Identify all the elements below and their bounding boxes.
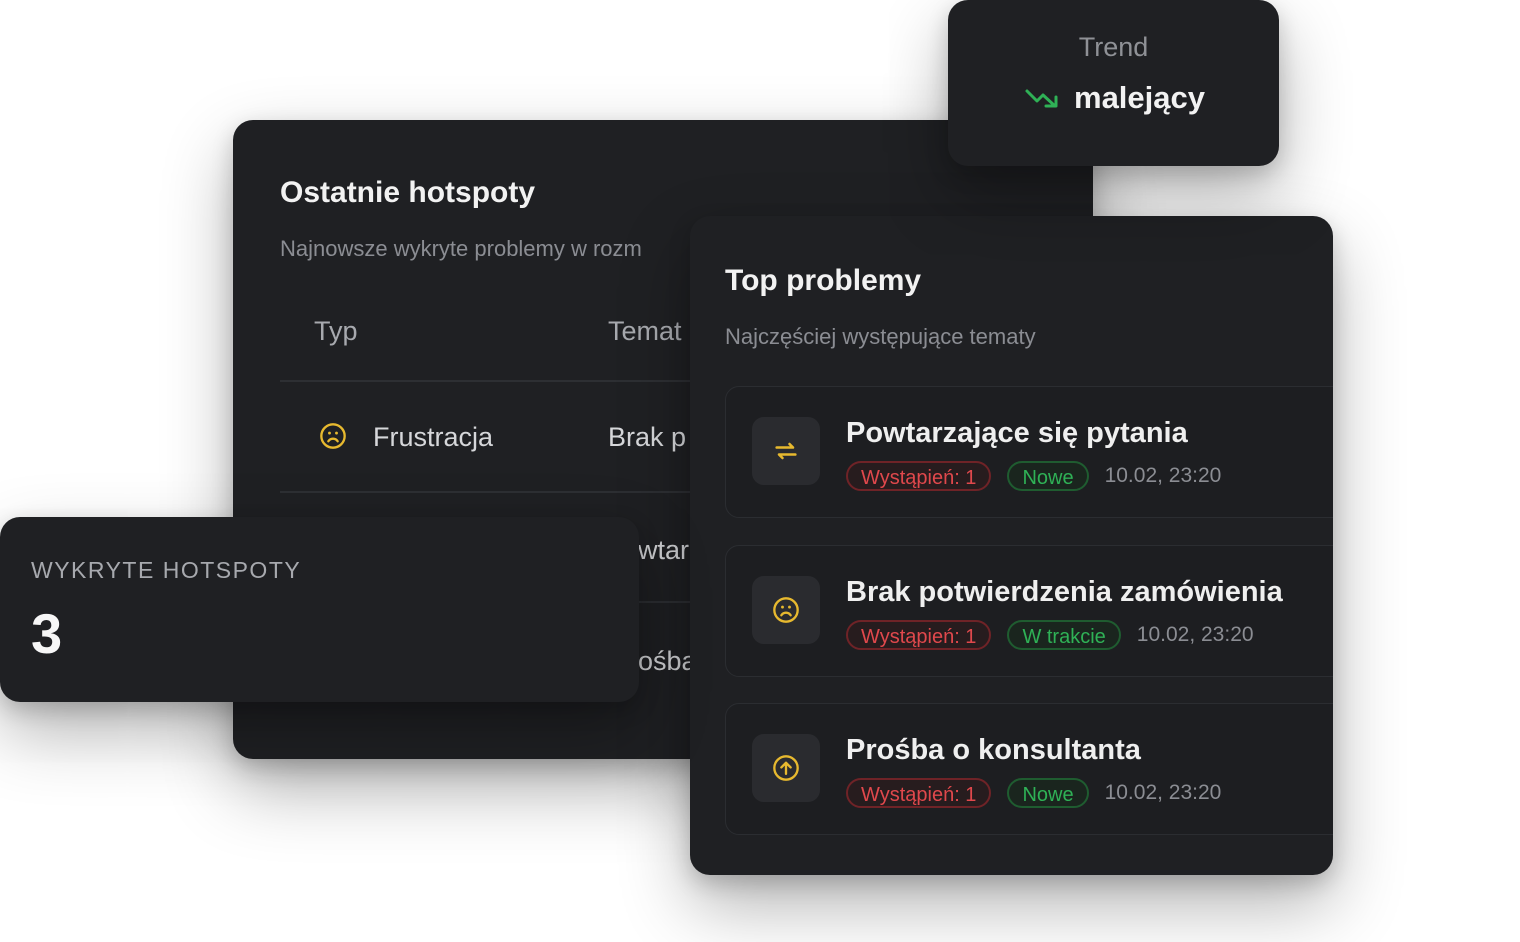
detected-hotspots-count: 3 [31, 602, 63, 665]
recent-hotspots-title: Ostatnie hotspoty [280, 176, 536, 209]
problem-item[interactable]: Prośba o konsultanta Wystąpień: 1 Nowe 1… [725, 703, 1333, 835]
top-problems-subtitle: Najczęściej występujące tematy [725, 324, 1036, 349]
problem-date: 10.02, 23:20 [1104, 781, 1222, 804]
top-problems-title: Top problemy [725, 264, 922, 297]
problem-title: Brak potwierdzenia zamówienia [846, 576, 1283, 608]
problem-icon-box [752, 734, 820, 802]
arrow-up-circle-icon [773, 755, 799, 781]
problem-title: Prośba o konsultanta [846, 734, 1141, 766]
frown-icon [773, 597, 799, 623]
trend-value: malejący [1074, 80, 1205, 115]
problem-item[interactable]: Powtarzające się pytania Wystąpień: 1 No… [725, 386, 1333, 518]
column-header-type[interactable]: Typ [314, 316, 358, 347]
occurrences-badge: Wystąpień: 1 [846, 461, 992, 491]
occurrences-badge: Wystąpień: 1 [846, 778, 992, 808]
recent-hotspots-subtitle: Najnowsze wykryte problemy w rozm [280, 236, 642, 261]
occurrences-badge: Wystąpień: 1 [846, 620, 992, 650]
table-cell-type: Frustracja [373, 422, 494, 452]
problem-icon-box [752, 576, 820, 644]
top-problems-card: Top problemy Najczęściej występujące tem… [690, 216, 1333, 875]
trending-down-icon [1025, 89, 1058, 108]
trend-card: Trend malejący [948, 0, 1279, 166]
frown-icon [320, 423, 346, 449]
problem-icon-box [752, 417, 820, 485]
table-cell-topic: ośba [638, 646, 697, 676]
repeat-icon [775, 442, 797, 460]
table-cell-topic: Brak p [608, 422, 687, 452]
status-badge: Nowe [1007, 778, 1089, 808]
column-header-topic[interactable]: Temat [608, 316, 682, 347]
table-cell-topic: wtar [638, 535, 690, 565]
problem-date: 10.02, 23:20 [1136, 623, 1254, 646]
status-badge: W trakcie [1007, 620, 1121, 650]
problem-title: Powtarzające się pytania [846, 417, 1188, 449]
detected-hotspots-label: WYKRYTE HOTSPOTY [31, 557, 302, 583]
problem-date: 10.02, 23:20 [1104, 464, 1222, 487]
detected-hotspots-card: WYKRYTE HOTSPOTY 3 [0, 517, 639, 702]
status-badge: Nowe [1007, 461, 1089, 491]
trend-label: Trend [1078, 32, 1149, 62]
problem-item[interactable]: Brak potwierdzenia zamówienia Wystąpień:… [725, 545, 1333, 677]
